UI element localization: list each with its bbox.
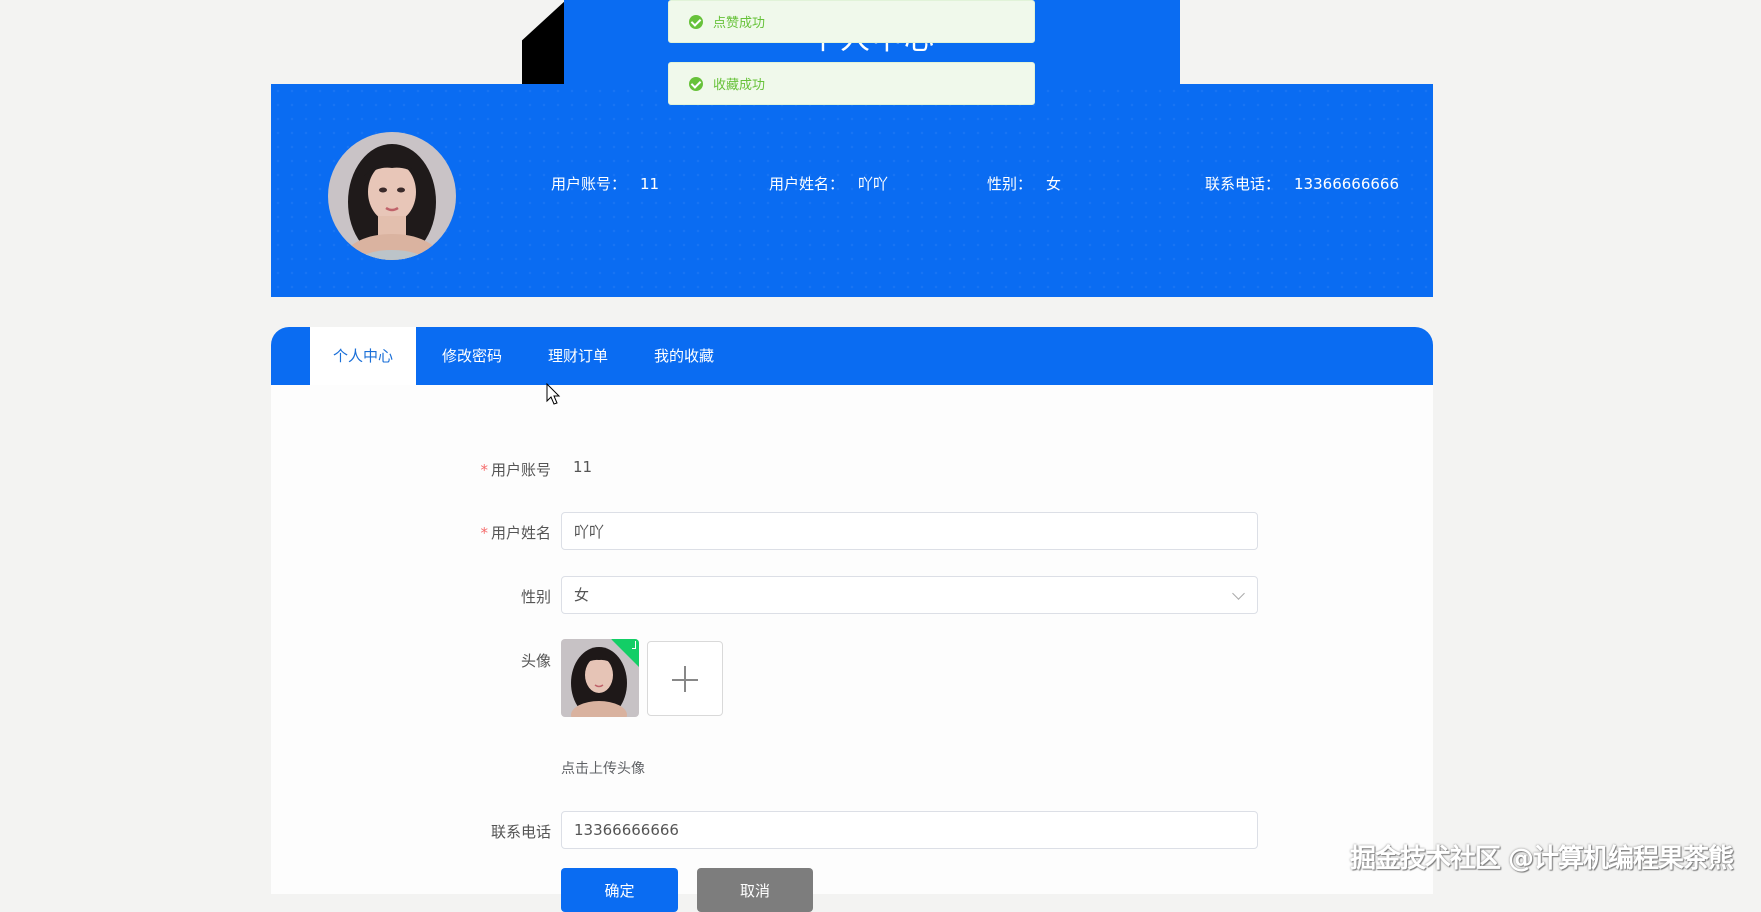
tab-change-password[interactable]: 修改密码 <box>430 327 514 385</box>
info-account-label: 用户账号： <box>551 175 627 193</box>
toast-text: 收藏成功 <box>713 78 766 93</box>
account-label-text: 用户账号 <box>490 461 551 479</box>
watermark: 掘金技术社区 @计算机编程果茶熊 <box>1350 844 1734 874</box>
title-decoration <box>522 0 566 84</box>
account-label: * 用户账号 <box>371 459 551 480</box>
tab-finance-orders[interactable]: 理财订单 <box>536 327 620 385</box>
required-mark: * <box>480 461 488 479</box>
account-value: 11 <box>573 458 593 476</box>
toast-favorite-success: 收藏成功 <box>668 62 1035 105</box>
tab-personal-center[interactable]: 个人中心 <box>310 327 416 385</box>
info-name-label: 用户姓名： <box>769 175 845 193</box>
info-gender: 性别： 女 <box>987 173 1061 194</box>
gender-select[interactable]: 女 <box>561 576 1258 614</box>
confirm-button[interactable]: 确定 <box>561 868 678 912</box>
name-input[interactable] <box>561 512 1258 550</box>
toast-text: 点赞成功 <box>713 16 766 31</box>
info-account: 用户账号： 11 <box>551 173 659 194</box>
info-account-value: 11 <box>640 175 660 193</box>
info-name: 用户姓名： 吖吖 <box>769 173 888 194</box>
mouse-cursor-icon <box>546 383 561 405</box>
upload-hint: 点击上传头像 <box>561 761 645 777</box>
info-phone: 联系电话： 13366666666 <box>1205 173 1399 194</box>
cancel-button[interactable]: 取消 <box>697 868 813 912</box>
success-check-icon <box>689 14 703 29</box>
tab-my-favorites[interactable]: 我的收藏 <box>642 327 726 385</box>
toast-like-success: 点赞成功 <box>668 0 1035 43</box>
info-phone-label: 联系电话： <box>1205 175 1281 193</box>
plus-icon-vertical <box>684 666 686 692</box>
phone-input[interactable] <box>561 811 1258 849</box>
success-check-icon <box>689 76 703 91</box>
gender-select-value: 女 <box>574 586 590 604</box>
info-gender-value: 女 <box>1046 175 1062 193</box>
gender-label: 性别 <box>520 588 551 606</box>
avatar-upload-button[interactable] <box>647 641 723 716</box>
profile-avatar <box>328 132 456 260</box>
phone-label: 联系电话 <box>490 823 551 841</box>
info-phone-value: 13366666666 <box>1294 175 1399 193</box>
info-name-value: 吖吖 <box>858 175 889 193</box>
info-gender-label: 性别： <box>987 175 1033 193</box>
avatar-thumbnail[interactable] <box>561 639 639 717</box>
avatar-label: 头像 <box>520 652 551 670</box>
name-label: * 用户姓名 <box>371 522 551 543</box>
required-mark: * <box>480 524 488 542</box>
name-label-text: 用户姓名 <box>490 524 551 542</box>
